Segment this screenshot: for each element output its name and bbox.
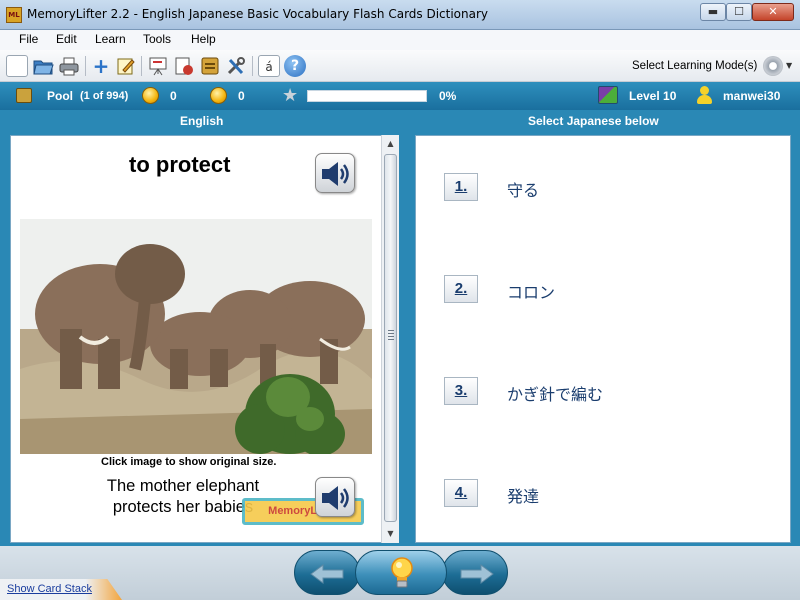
print-icon[interactable] — [58, 55, 80, 77]
character-map-icon[interactable]: á — [258, 55, 280, 77]
toolbar-separator — [141, 56, 142, 76]
arrow-left-icon — [310, 564, 344, 584]
hint-button[interactable] — [355, 550, 447, 595]
new-icon[interactable] — [6, 55, 28, 77]
menu-edit[interactable]: Edit — [56, 32, 77, 46]
star-icon: ★ — [282, 85, 299, 106]
chevron-down-icon[interactable]: ▼ — [786, 61, 792, 70]
status-bar: Pool (1 of 994) 0 0 ★ 0% Level 10 manwei… — [0, 82, 800, 110]
close-button[interactable]: ✕ — [752, 3, 794, 21]
presentation-icon[interactable] — [147, 55, 169, 77]
menu-file[interactable]: File — [19, 32, 38, 46]
pool-icon — [16, 88, 32, 103]
toolbar: + á ? Select Learning Mode(s) ▼ — [0, 50, 800, 82]
choice-3-button[interactable]: 3. — [444, 377, 478, 405]
app-icon: ML — [6, 7, 22, 23]
maximize-button[interactable]: ☐ — [726, 3, 752, 21]
choice-1-text[interactable]: 守る — [507, 177, 539, 201]
arrow-right-icon — [460, 564, 494, 584]
title-bar: ML MemoryLifter 2.2 - English Japanese B… — [0, 0, 800, 30]
scroll-down-icon[interactable]: ▼ — [382, 526, 399, 542]
happy-face-icon — [142, 87, 159, 104]
pool-count: (1 of 994) — [80, 90, 129, 102]
gear-icon[interactable] — [763, 56, 783, 76]
scroll-thumb[interactable] — [384, 154, 397, 522]
open-icon[interactable] — [32, 55, 54, 77]
progress-bar — [307, 90, 427, 102]
learning-mode-label[interactable]: Select Learning Mode(s) — [632, 60, 757, 72]
minimize-button[interactable]: ▬ — [700, 3, 726, 21]
show-card-stack-link[interactable]: Show Card Stack — [7, 583, 92, 595]
speaker-icon — [322, 486, 349, 510]
speaker-icon — [322, 162, 349, 186]
previous-card-button[interactable] — [294, 550, 360, 595]
menu-tools[interactable]: Tools — [143, 32, 171, 46]
progress-label: 0% — [439, 89, 457, 103]
edit-icon[interactable] — [115, 55, 137, 77]
question-word: to protect — [129, 152, 231, 177]
sad-face-icon — [210, 87, 227, 104]
choice-2-text[interactable]: コロン — [507, 279, 555, 303]
pool-label: Pool — [47, 89, 73, 103]
choice-4-button[interactable]: 4. — [444, 479, 478, 507]
next-card-button[interactable] — [442, 550, 508, 595]
add-card-icon[interactable]: + — [90, 55, 112, 77]
print-cards-icon[interactable] — [173, 55, 195, 77]
level-label[interactable]: Level 10 — [629, 89, 676, 103]
question-header: English — [180, 114, 224, 128]
elephant-photo[interactable] — [20, 219, 372, 454]
user-icon — [696, 85, 712, 105]
choice-2-button[interactable]: 2. — [444, 275, 478, 303]
choice-3-text[interactable]: かぎ針で編む — [507, 381, 603, 405]
menu-help[interactable]: Help — [191, 32, 216, 46]
question-scrollbar[interactable]: ▲ ▼ — [381, 135, 399, 543]
toolbar-separator — [85, 56, 86, 76]
menu-learn[interactable]: Learn — [95, 32, 126, 46]
show-card-stack-tab[interactable]: Show Card Stack — [0, 579, 122, 600]
scroll-up-icon[interactable]: ▲ — [382, 136, 399, 152]
lightbulb-icon — [391, 557, 413, 588]
answer-header: Select Japanese below — [528, 114, 659, 128]
card-list-icon[interactable] — [199, 55, 221, 77]
settings-tools-icon[interactable] — [225, 55, 247, 77]
help-icon[interactable]: ? — [284, 55, 306, 77]
username: manwei30 — [723, 89, 781, 103]
toolbar-separator — [252, 56, 253, 76]
image-caption: Click image to show original size. — [101, 456, 277, 468]
correct-count: 0 — [170, 89, 177, 103]
level-icon — [598, 86, 618, 104]
play-word-audio-button[interactable] — [315, 153, 355, 193]
window-title: MemoryLifter 2.2 - English Japanese Basi… — [27, 7, 489, 21]
play-sentence-audio-button[interactable] — [315, 477, 355, 517]
choice-4-text[interactable]: 発達 — [507, 483, 539, 507]
menu-bar: File Edit Learn Tools Help — [0, 30, 800, 50]
choice-1-button[interactable]: 1. — [444, 173, 478, 201]
wrong-count: 0 — [238, 89, 245, 103]
